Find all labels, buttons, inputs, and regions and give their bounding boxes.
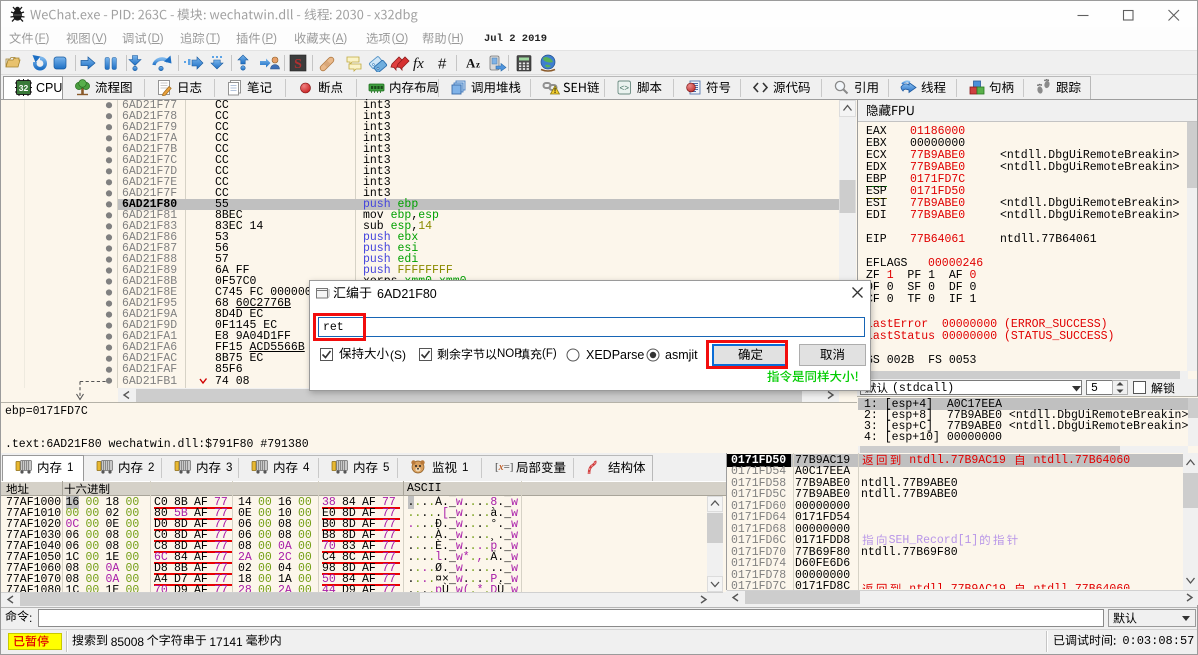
svg-text:fx: fx <box>413 56 424 72</box>
svg-text:A: A <box>466 56 476 71</box>
svg-text:[x=]: [x=] <box>495 461 513 473</box>
svg-text:32: 32 <box>19 83 29 93</box>
svg-text:!: ! <box>554 88 556 95</box>
svg-text:<>: <> <box>619 85 629 94</box>
svg-text:#: # <box>438 56 447 73</box>
svg-text:z: z <box>476 60 480 70</box>
svg-text:S: S <box>294 57 302 72</box>
